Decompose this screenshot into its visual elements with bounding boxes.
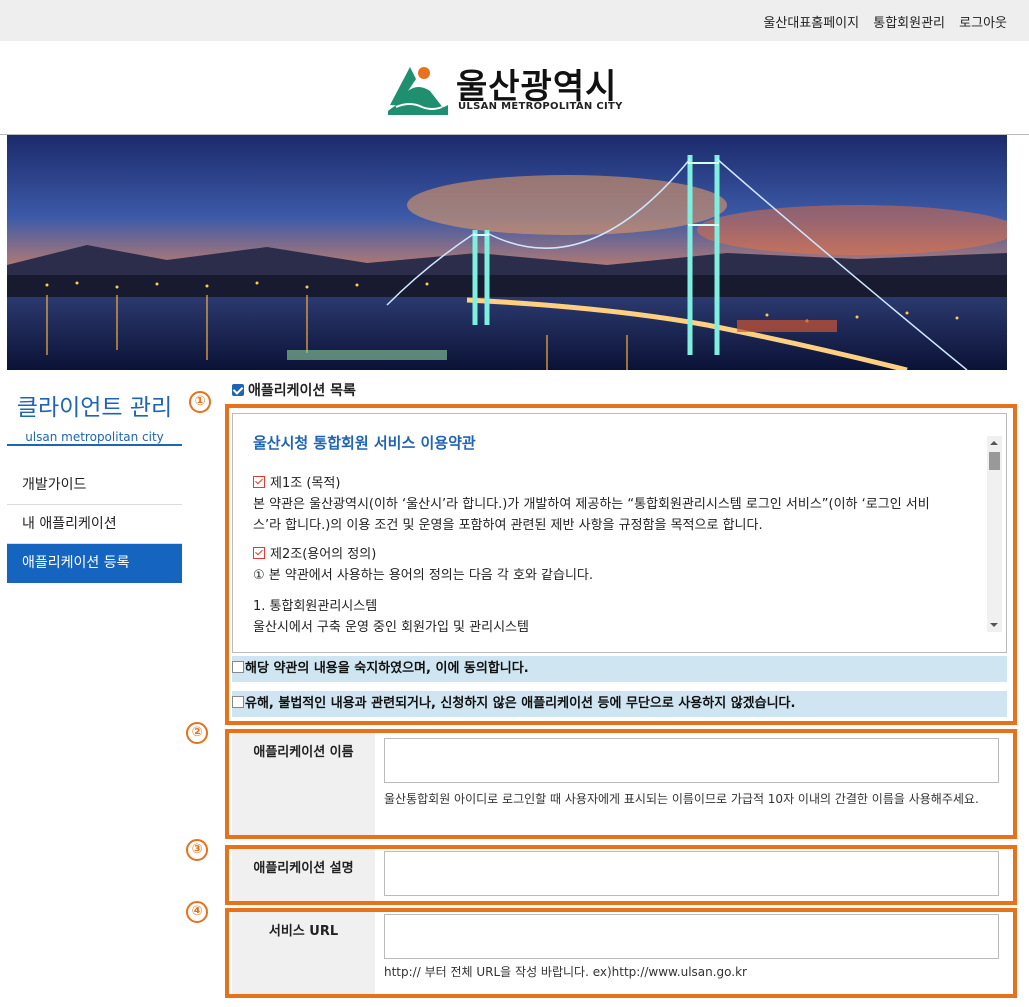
terms-article-1: 제1조 (목적) 본 약관은 울산광역시(이하 ‘울산시’라 합니다.)가 개발…: [253, 473, 953, 536]
sidebar-divider: [7, 444, 182, 446]
article-1-title: 제1조 (목적): [270, 476, 341, 491]
terms-definition-1: 1. 통합회원관리시스템 울산시에서 구축 운영 중인 회원가입 및 관리시스템: [253, 596, 953, 638]
agree-usage-checkbox[interactable]: [232, 696, 244, 708]
hero-banner-image: [7, 135, 1007, 370]
article-2-body: ① 본 약관에서 사용하는 용어의 정의는 다음 각 호와 같습니다.: [253, 568, 594, 583]
logo-name-en: ULSAN METROPOLITAN CITY: [458, 101, 623, 112]
article-2-title: 제2조(용어의 정의): [270, 547, 377, 562]
link-ulsan-home[interactable]: 울산대표홈페이지: [763, 16, 859, 31]
top-utility-bar: 울산대표홈페이지 통합회원관리 로그아웃: [0, 0, 1029, 41]
sidebar-item-my-applications[interactable]: 내 애플리케이션: [7, 505, 182, 544]
terms-scrollbar[interactable]: [987, 436, 1002, 632]
marker-3: ③: [186, 839, 208, 861]
terms-title: 울산시청 통합회원 서비스 이용약관: [253, 434, 476, 452]
app-name-help: 울산통합회원 아이디로 로그인할 때 사용자에게 표시되는 이름이므로 가급적 …: [384, 792, 979, 806]
agree-terms-label: 해당 약관의 내용을 숙지하였으며, 이에 동의합니다.: [245, 661, 529, 676]
scroll-down-arrow-icon[interactable]: [990, 623, 998, 627]
bridge-night-scene: [7, 135, 1007, 370]
sidebar-menu: 개발가이드 내 애플리케이션 애플리케이션 등록: [7, 466, 182, 583]
check-icon: [253, 547, 265, 559]
top-links: 울산대표홈페이지 통합회원관리 로그아웃: [753, 12, 1007, 31]
sidebar-heading: 클라이언트 관리 ulsan metropolitan city: [7, 388, 182, 444]
sidebar-item-dev-guide[interactable]: 개발가이드: [7, 466, 182, 505]
marker-4: ④: [186, 901, 208, 923]
service-url-help: http:// 부터 전체 URL을 작성 바랍니다. ex)http://ww…: [384, 965, 747, 979]
article-1-body: 본 약관은 울산광역시(이하 ‘울산시’라 합니다.)가 개발하여 제공하는 “…: [253, 497, 930, 533]
agree-usage-row[interactable]: 유해, 불법적인 내용과 관련되거나, 신청하지 않은 애플리케이션 등에 무단…: [232, 691, 1007, 717]
sidebar-item-register-application[interactable]: 애플리케이션 등록: [7, 544, 182, 583]
terms-of-service-box[interactable]: 울산시청 통합회원 서비스 이용약관 제1조 (목적) 본 약관은 울산광역시(…: [232, 413, 1007, 653]
app-name-input[interactable]: [384, 738, 999, 783]
section-title-text: 애플리케이션 목록: [248, 383, 356, 399]
ulsan-logo[interactable]: 울산광역시 ULSAN METROPOLITAN CITY: [386, 59, 646, 119]
definition-1-title: 1. 통합회원관리시스템: [253, 599, 378, 614]
sidebar-title: 클라이언트 관리: [16, 395, 173, 421]
marker-1: ①: [189, 391, 211, 413]
scroll-thumb[interactable]: [989, 452, 1000, 470]
form-row-app-description: 애플리케이션 설명: [232, 849, 1007, 901]
service-url-label: 서비스 URL: [232, 912, 375, 994]
checkbox-icon: [232, 384, 244, 396]
link-member-management[interactable]: 통합회원관리: [873, 16, 945, 31]
service-url-input[interactable]: [384, 914, 999, 959]
agree-terms-row[interactable]: 해당 약관의 내용을 숙지하였으며, 이에 동의합니다.: [232, 656, 1007, 682]
app-description-label: 애플리케이션 설명: [232, 849, 375, 901]
sidebar-subtitle: ulsan metropolitan city: [25, 430, 164, 444]
check-icon: [253, 476, 265, 488]
section-title: 애플리케이션 목록: [232, 380, 356, 400]
link-logout[interactable]: 로그아웃: [959, 16, 1007, 31]
definition-1-body: 울산시에서 구축 운영 중인 회원가입 및 관리시스템: [253, 620, 529, 635]
marker-2: ②: [186, 722, 208, 744]
app-description-input[interactable]: [384, 851, 999, 896]
terms-article-2: 제2조(용어의 정의) ① 본 약관에서 사용하는 용어의 정의는 다음 각 호…: [253, 544, 953, 586]
agree-usage-label: 유해, 불법적인 내용과 관련되거나, 신청하지 않은 애플리케이션 등에 무단…: [245, 696, 796, 711]
header: 울산광역시 ULSAN METROPOLITAN CITY: [0, 41, 1029, 135]
form-row-app-name: 애플리케이션 이름 울산통합회원 아이디로 로그인할 때 사용자에게 표시되는 …: [232, 733, 1007, 835]
app-name-label: 애플리케이션 이름: [232, 733, 375, 835]
form-row-service-url: 서비스 URL http:// 부터 전체 URL을 작성 바랍니다. ex)h…: [232, 912, 1007, 994]
scroll-up-arrow-icon[interactable]: [990, 441, 998, 445]
agree-terms-checkbox[interactable]: [232, 661, 244, 673]
ulsan-emblem-icon: [388, 67, 448, 115]
